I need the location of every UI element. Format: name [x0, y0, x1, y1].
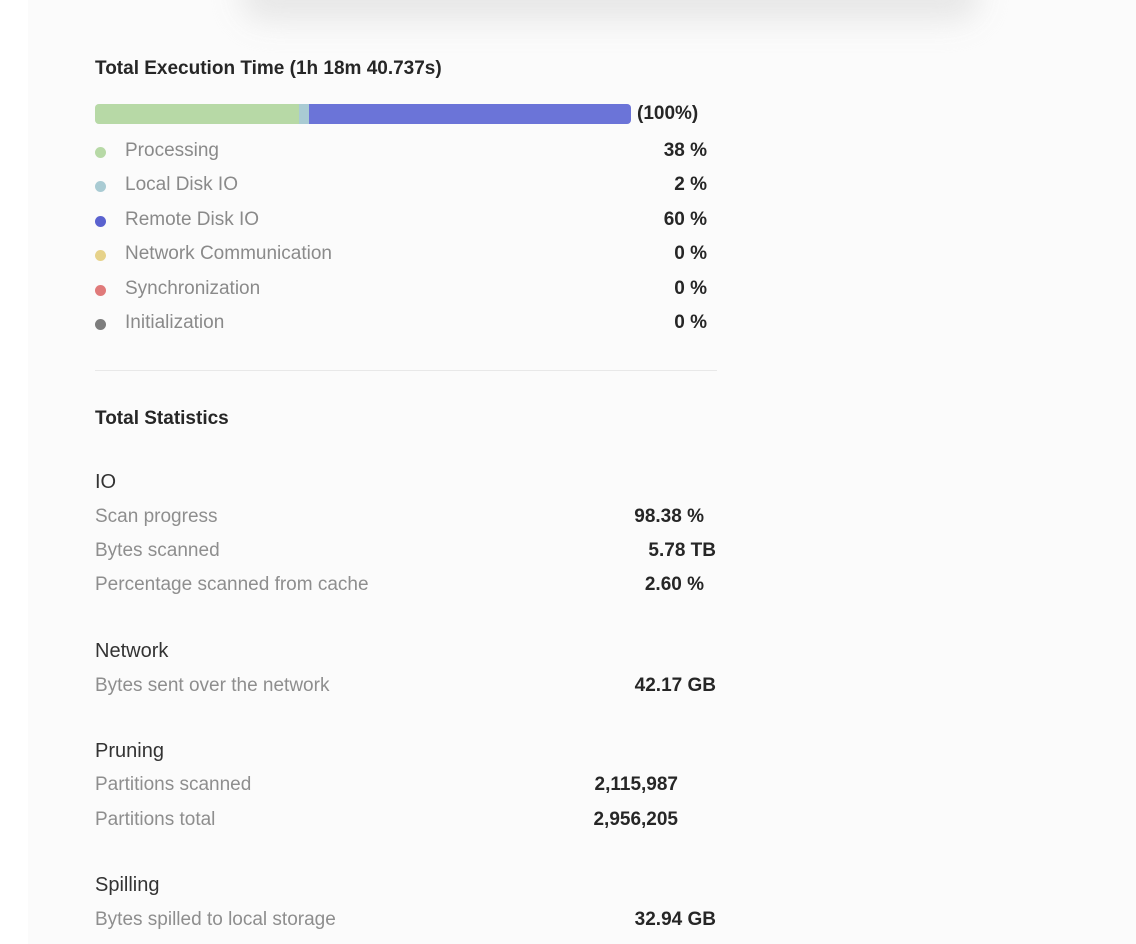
- legend-label: Local Disk IO: [125, 174, 238, 195]
- pct-from-cache-label: Percentage scanned from cache: [95, 574, 369, 595]
- legend-dot-icon: [95, 181, 106, 192]
- bytes-sent-value: 42.17 GB: [634, 675, 716, 696]
- bytes-sent-label: Bytes sent over the network: [95, 675, 330, 696]
- pruning-group-title: Pruning: [95, 740, 164, 762]
- legend-item: Processing 38 %: [95, 138, 707, 168]
- legend-item: Network Communication 0 %: [95, 241, 707, 271]
- legend-value: 60 %: [663, 209, 707, 230]
- bar-segment-remote-disk-io: [309, 104, 631, 124]
- legend-label: Network Communication: [125, 243, 332, 264]
- network-group-title: Network: [95, 640, 169, 662]
- scan-progress-value: 98.38 %: [634, 506, 704, 527]
- pct-from-cache-value: 2.60 %: [644, 574, 704, 595]
- legend-label: Synchronization: [125, 278, 261, 299]
- bytes-scanned-value: 5.78 TB: [648, 540, 716, 561]
- execution-time-bar: [95, 104, 631, 124]
- screen: Total Execution Time (1h 18m 40.737s) (1…: [0, 0, 1136, 944]
- statistics-title: Total Statistics: [95, 408, 229, 429]
- execution-time-total-percent: (100%): [637, 103, 699, 124]
- spilling-group-title: Spilling: [95, 874, 160, 896]
- legend-label: Remote Disk IO: [125, 209, 260, 230]
- scan-progress-label: Scan progress: [95, 506, 218, 527]
- legend-value: 0 %: [674, 243, 707, 264]
- section-divider: [95, 370, 717, 371]
- partitions-total-value: 2,956,205: [593, 809, 678, 830]
- legend-item: Remote Disk IO 60 %: [95, 207, 707, 237]
- legend-item: Local Disk IO 2 %: [95, 172, 707, 202]
- partitions-scanned-label: Partitions scanned: [95, 774, 252, 795]
- legend-dot-icon: [95, 285, 106, 296]
- legend-value: 2 %: [674, 174, 707, 195]
- legend-dot-icon: [95, 319, 106, 330]
- execution-time-title: Total Execution Time (1h 18m 40.737s): [95, 58, 442, 79]
- partitions-total-label: Partitions total: [95, 809, 216, 830]
- legend-value: 0 %: [674, 278, 707, 299]
- legend-dot-icon: [95, 147, 106, 158]
- legend-value: 38 %: [663, 140, 707, 161]
- legend-item: Synchronization 0 %: [95, 276, 707, 306]
- bar-segment-processing: [95, 104, 299, 124]
- bytes-spilled-value: 32.94 GB: [634, 909, 716, 930]
- io-group-title: IO: [95, 471, 117, 493]
- top-shadow: [240, 0, 980, 22]
- legend-item: Initialization 0 %: [95, 310, 707, 340]
- legend-label: Processing: [125, 140, 219, 161]
- bytes-spilled-label: Bytes spilled to local storage: [95, 909, 336, 930]
- partitions-scanned-value: 2,115,987: [594, 774, 678, 795]
- legend-value: 0 %: [674, 312, 707, 333]
- legend-dot-icon: [95, 250, 106, 261]
- bar-segment-local-disk-io: [298, 104, 310, 124]
- legend-dot-icon: [95, 216, 106, 227]
- bytes-scanned-label: Bytes scanned: [95, 540, 220, 561]
- legend-label: Initialization: [125, 312, 225, 333]
